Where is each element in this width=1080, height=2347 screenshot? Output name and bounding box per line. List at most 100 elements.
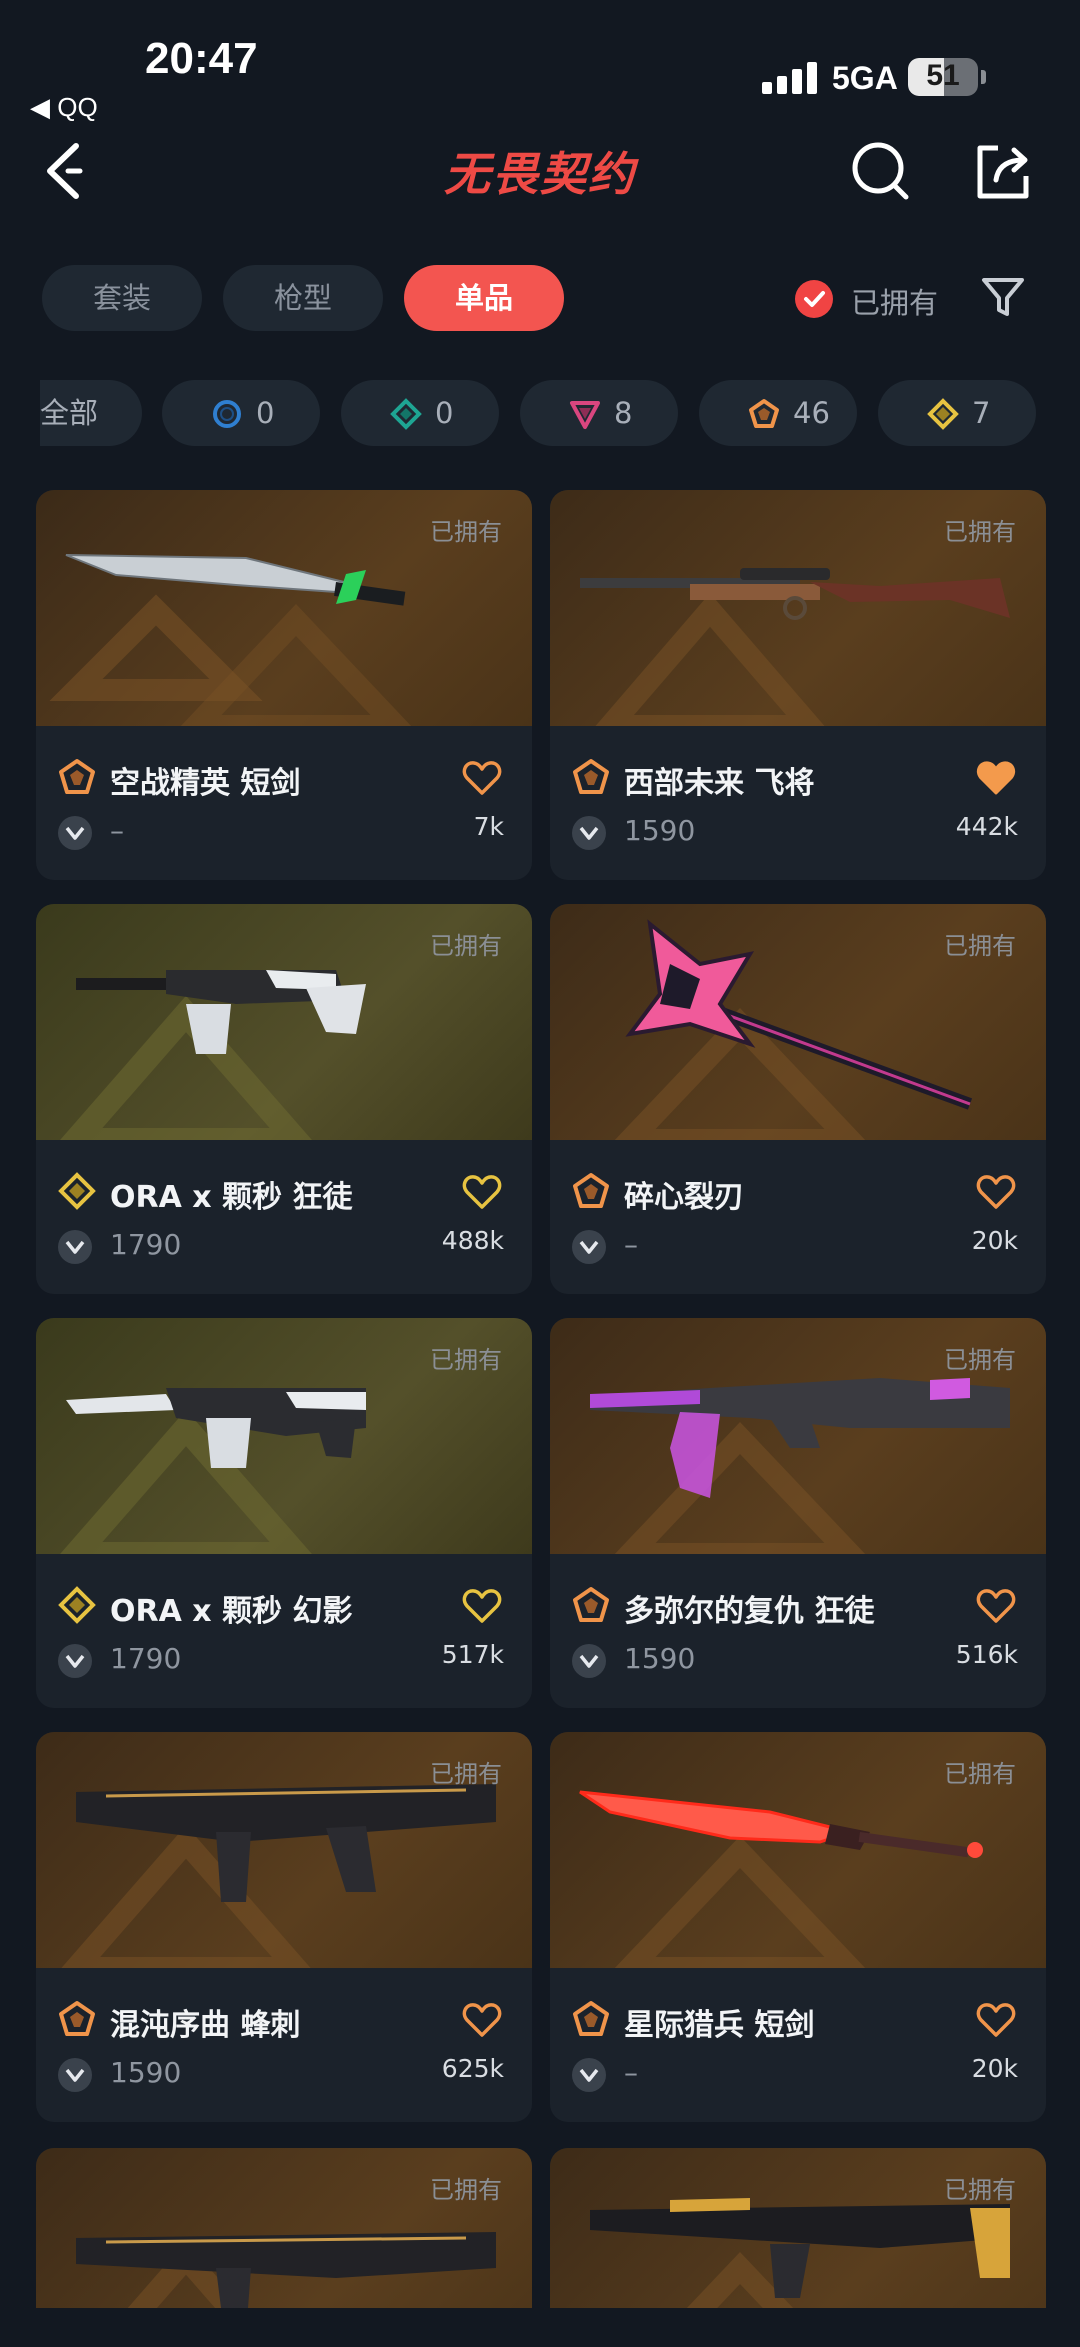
owned-label: 已拥有 bbox=[944, 1760, 1016, 1788]
exclusive-tier-icon bbox=[573, 1173, 609, 1208]
owned-label: 已拥有 bbox=[944, 2176, 1016, 2204]
skin-card[interactable]: 已拥有 星际猎兵 短剑 – 20k bbox=[550, 1732, 1046, 2122]
owned-label: 已拥有 bbox=[430, 1346, 502, 1374]
heart-icon[interactable] bbox=[462, 2002, 502, 2038]
like-count: 625k bbox=[441, 2054, 504, 2083]
owned-label: 已拥有 bbox=[944, 1346, 1016, 1374]
skin-name: 西部未来 飞将 bbox=[624, 766, 815, 801]
skin-card[interactable]: 已拥有 bbox=[36, 2148, 532, 2308]
heart-icon[interactable] bbox=[976, 1174, 1016, 1210]
heart-icon[interactable] bbox=[976, 1588, 1016, 1624]
tab-weapon-types[interactable]: 枪型 bbox=[223, 265, 383, 331]
exclusive-tier-icon bbox=[573, 1587, 609, 1622]
battery-level: 51 bbox=[926, 59, 960, 92]
exclusive-tier-icon bbox=[749, 399, 779, 428]
skin-name: 星际猎兵 短剑 bbox=[624, 2008, 815, 2043]
skin-card[interactable]: 已拥有 多弥尔的复仇 狂徒 1590 516k bbox=[550, 1318, 1046, 1708]
skin-name: ORA x 颗秒 幻影 bbox=[110, 1594, 353, 1629]
owned-label: 已拥有 bbox=[944, 518, 1016, 546]
chip-count: 7 bbox=[972, 396, 991, 430]
like-count: 7k bbox=[473, 812, 504, 841]
status-bar: 20:47 ◀ QQ 5GA 51 bbox=[0, 0, 1080, 125]
ultra-tier-icon bbox=[58, 1172, 96, 1210]
skin-card[interactable]: 已拥有 bbox=[550, 2148, 1046, 2308]
chip-tier-premium[interactable]: 8 bbox=[520, 380, 678, 446]
heart-icon[interactable] bbox=[976, 2002, 1016, 2038]
share-button[interactable] bbox=[972, 140, 1034, 202]
owned-filter-label: 已拥有 bbox=[851, 286, 939, 320]
skin-card[interactable]: 已拥有 空战精英 短剑 – 7k bbox=[36, 490, 532, 880]
skin-card[interactable]: 已拥有 ORA x 颗秒 幻影 1790 517k bbox=[36, 1318, 532, 1708]
heart-icon[interactable] bbox=[462, 760, 502, 796]
share-icon bbox=[977, 145, 1029, 199]
heart-filled-icon[interactable] bbox=[976, 760, 1016, 796]
chip-tier-ultra[interactable]: 7 bbox=[878, 380, 1036, 446]
owned-label: 已拥有 bbox=[430, 2176, 502, 2204]
search-icon bbox=[852, 142, 909, 200]
ultra-tier-icon bbox=[927, 398, 959, 430]
heart-icon[interactable] bbox=[462, 1174, 502, 1210]
chip-count: 46 bbox=[793, 396, 830, 430]
skin-card[interactable]: 已拥有 西部未来 飞将 1590 442k bbox=[550, 490, 1046, 880]
exclusive-tier-icon bbox=[573, 2001, 609, 2036]
tier-filter-chips: 全部 0 0 8 46 7 bbox=[40, 380, 1080, 448]
tab-items[interactable]: 单品 bbox=[404, 265, 564, 331]
skin-card[interactable]: 已拥有 混沌序曲 蜂刺 1590 625k bbox=[36, 1732, 532, 2122]
select-tier-icon bbox=[213, 400, 241, 428]
skin-name: 混沌序曲 蜂刺 bbox=[110, 2008, 301, 2043]
skin-price: – bbox=[110, 814, 124, 847]
chip-all[interactable]: 全部 bbox=[40, 380, 142, 446]
back-to-app-link[interactable]: ◀ QQ bbox=[30, 92, 98, 123]
skin-name: ORA x 颗秒 狂徒 bbox=[110, 1180, 353, 1215]
chip-tier-exclusive[interactable]: 46 bbox=[699, 380, 857, 446]
filter-funnel-icon bbox=[982, 278, 1024, 316]
status-time: 20:47 bbox=[145, 34, 258, 83]
ultra-tier-icon bbox=[58, 1586, 96, 1624]
exclusive-tier-icon bbox=[59, 759, 95, 794]
skin-card[interactable]: 已拥有 ORA x 颗秒 狂徒 1790 488k bbox=[36, 904, 532, 1294]
filter-button[interactable] bbox=[978, 272, 1028, 322]
vp-currency-icon bbox=[58, 816, 92, 850]
battery-icon: 51 bbox=[908, 58, 978, 96]
like-count: 20k bbox=[971, 2054, 1018, 2083]
skin-price: 1590 bbox=[624, 814, 696, 847]
chip-tier-deluxe[interactable]: 0 bbox=[341, 380, 499, 446]
app-logo: 无畏契约 bbox=[444, 147, 636, 201]
search-button[interactable] bbox=[850, 140, 912, 202]
like-count: 516k bbox=[955, 1640, 1018, 1669]
skin-card[interactable]: 已拥有 碎心裂刃 – 20k bbox=[550, 904, 1046, 1294]
vp-currency-icon bbox=[572, 1644, 606, 1678]
skin-price: 1590 bbox=[624, 1642, 696, 1675]
checkmark-icon bbox=[795, 280, 833, 318]
owned-label: 已拥有 bbox=[944, 932, 1016, 960]
deluxe-tier-icon bbox=[390, 398, 422, 430]
heart-icon[interactable] bbox=[462, 1588, 502, 1624]
chip-count: 0 bbox=[256, 396, 275, 430]
network-type: 5GA bbox=[832, 60, 898, 96]
vp-currency-icon bbox=[58, 1644, 92, 1678]
skin-name: 空战精英 短剑 bbox=[110, 766, 301, 801]
skin-price: – bbox=[624, 1228, 638, 1261]
skin-price: 1790 bbox=[110, 1228, 182, 1261]
skin-name: 多弥尔的复仇 狂徒 bbox=[624, 1594, 875, 1629]
chip-count: 0 bbox=[435, 396, 454, 430]
owned-label: 已拥有 bbox=[430, 518, 502, 546]
chip-all-label: 全部 bbox=[40, 396, 99, 430]
back-button[interactable] bbox=[38, 138, 98, 204]
owned-label: 已拥有 bbox=[430, 1760, 502, 1788]
like-count: 488k bbox=[441, 1226, 504, 1255]
vp-currency-icon bbox=[572, 2058, 606, 2092]
like-count: 442k bbox=[955, 812, 1018, 841]
owned-filter-toggle[interactable]: 已拥有 bbox=[795, 278, 985, 322]
vp-currency-icon bbox=[58, 2058, 92, 2092]
vp-currency-icon bbox=[572, 1230, 606, 1264]
exclusive-tier-icon bbox=[59, 2001, 95, 2036]
like-count: 517k bbox=[441, 1640, 504, 1669]
battery-tip bbox=[981, 70, 986, 84]
chip-tier-select[interactable]: 0 bbox=[162, 380, 320, 446]
skin-name: 碎心裂刃 bbox=[624, 1180, 744, 1215]
tab-bundles[interactable]: 套装 bbox=[42, 265, 202, 331]
skin-price: – bbox=[624, 2056, 638, 2089]
like-count: 20k bbox=[971, 1226, 1018, 1255]
owned-label: 已拥有 bbox=[430, 932, 502, 960]
